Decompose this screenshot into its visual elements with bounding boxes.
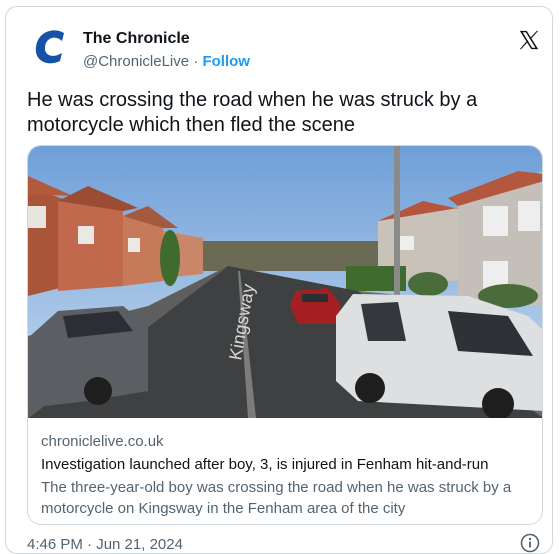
article-photo: Kingsway: [28, 146, 542, 418]
tweet-timestamp[interactable]: 4:46 PM · Jun 21, 2024: [27, 536, 183, 553]
chronicle-logo-icon[interactable]: [30, 25, 74, 69]
handle-row: @ChronicleLive · Follow: [83, 53, 250, 70]
separator: ·: [193, 53, 199, 70]
info-icon[interactable]: [520, 533, 540, 553]
tweet-text: He was crossing the road when he was str…: [27, 89, 478, 136]
link-domain: chroniclelive.co.uk: [41, 433, 164, 450]
x-logo-icon[interactable]: [518, 29, 540, 51]
link-headline[interactable]: Investigation launched after boy, 3, is …: [41, 454, 536, 476]
account-name[interactable]: The Chronicle: [83, 30, 190, 48]
follow-button[interactable]: Follow: [202, 53, 250, 70]
account-handle[interactable]: @ChronicleLive: [83, 53, 189, 70]
link-description: The three-year-old boy was crossing the …: [41, 479, 512, 517]
link-preview-card[interactable]: Kingsway chroniclelive.co.uk Investigati…: [27, 145, 543, 525]
link-meta: chroniclelive.co.uk Investigation launch…: [41, 432, 536, 519]
embedded-tweet: The Chronicle @ChronicleLive · Follow He…: [5, 6, 553, 554]
